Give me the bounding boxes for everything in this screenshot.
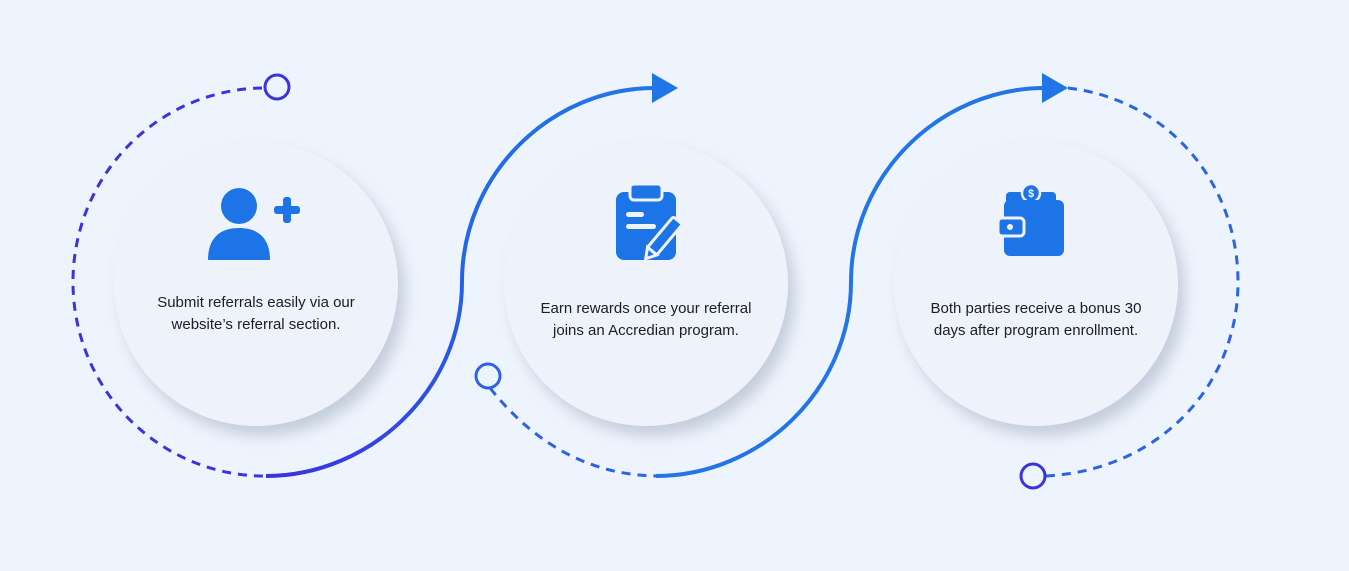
step-card-2: Earn rewards once your referral joins an… [504, 142, 788, 426]
start-node-step-2 [474, 362, 502, 390]
step-2-text: Earn rewards once your referral joins an… [540, 300, 752, 339]
step-1-text: Submit referrals easily via our website’… [157, 294, 355, 333]
wallet-icon: $ [996, 184, 1064, 256]
start-node-step-1 [263, 73, 291, 101]
clipboard-edit-icon [616, 184, 684, 262]
step-3-text: Both parties receive a bonus 30 days aft… [930, 300, 1142, 339]
arrow-head-1 [652, 73, 678, 103]
add-user-icon [208, 188, 300, 260]
arrow-head-2 [1042, 73, 1068, 103]
svg-text:$: $ [1028, 188, 1034, 200]
step-card-3: $ Both parties receive a bonus 30 days a… [894, 142, 1178, 426]
end-node-step-3 [1019, 462, 1047, 490]
step-card-1: Submit referrals easily via our website’… [114, 142, 398, 426]
